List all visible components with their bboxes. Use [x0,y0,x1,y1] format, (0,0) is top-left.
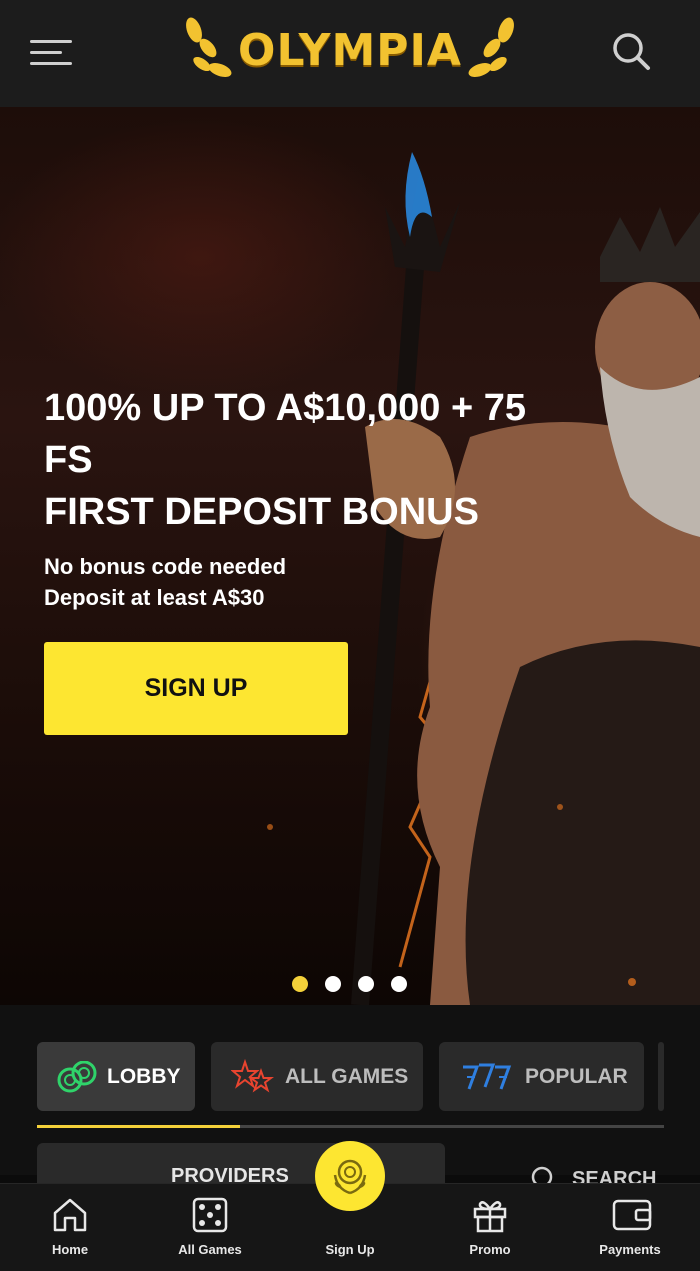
nav-label: All Games [178,1242,242,1257]
tabs-scroll-thumb[interactable] [37,1125,240,1128]
nav-label: Home [51,1242,89,1257]
tab-popular[interactable]: POPULAR [439,1042,644,1111]
hero-title-line: 100% UP TO A$10,000 + 75 [44,387,527,429]
search-icon[interactable] [610,30,652,72]
right-laurel-icon [468,17,514,77]
hero-sign-up-button[interactable]: SIGN UP [44,642,348,735]
tab-label: LOBBY [107,1064,181,1088]
top-header: OLYMPIA [0,0,700,107]
wallet-icon [612,1199,652,1231]
nav-payments[interactable]: Payments [580,1184,680,1271]
dice-icon [192,1197,228,1233]
olympia-logo[interactable]: OLYMPIA [170,14,530,86]
tab-next-partial[interactable] [658,1042,664,1111]
hero-title: 100% UP TO A$10,000 + 75 FS FIRST DEPOSI… [44,382,624,538]
hero-sub-line: Deposit at least A$30 [44,585,265,610]
logo-text: OLYMPIA [238,24,462,76]
tab-label: ALL GAMES [285,1064,409,1088]
sevens-icon [463,1063,512,1090]
nav-label: Sign Up [325,1242,375,1257]
hero-subtitle: No bonus code needed Deposit at least A$… [44,551,286,613]
chips-icon [57,1060,97,1092]
nav-promo[interactable]: Promo [440,1184,540,1271]
nav-home[interactable]: Home [20,1184,120,1271]
laurel-coin-icon [333,1159,367,1195]
nav-all-games[interactable]: All Games [160,1184,260,1271]
app-page: OLYMPIA 100% UP TO A$10,000 + 75 FS FIRS… [0,0,700,1271]
carousel-dot-1[interactable] [292,976,308,992]
tab-all-games[interactable]: ALL GAMES [211,1042,423,1111]
tabs-scroll-track[interactable] [37,1125,664,1128]
left-laurel-icon [186,17,232,77]
gift-icon [473,1201,507,1233]
stars-icon [231,1058,274,1093]
sign-up-coin-button[interactable] [315,1141,385,1211]
hero-sub-line: No bonus code needed [44,554,287,579]
nav-label: Promo [469,1242,511,1257]
tab-label: POPULAR [525,1064,628,1088]
hamburger-menu-icon[interactable] [30,38,72,68]
nav-label: Payments [599,1242,661,1257]
carousel-dot-3[interactable] [358,976,374,992]
hero-title-line: FIRST DEPOSIT BONUS [44,491,479,533]
carousel-dot-2[interactable] [325,976,341,992]
carousel-dots [292,976,407,992]
carousel-dot-4[interactable] [391,976,407,992]
tab-lobby[interactable]: LOBBY [37,1042,195,1111]
hero-banner[interactable]: 100% UP TO A$10,000 + 75 FS FIRST DEPOSI… [0,107,700,1005]
home-icon [53,1198,87,1232]
hero-title-line: FS [44,439,93,481]
